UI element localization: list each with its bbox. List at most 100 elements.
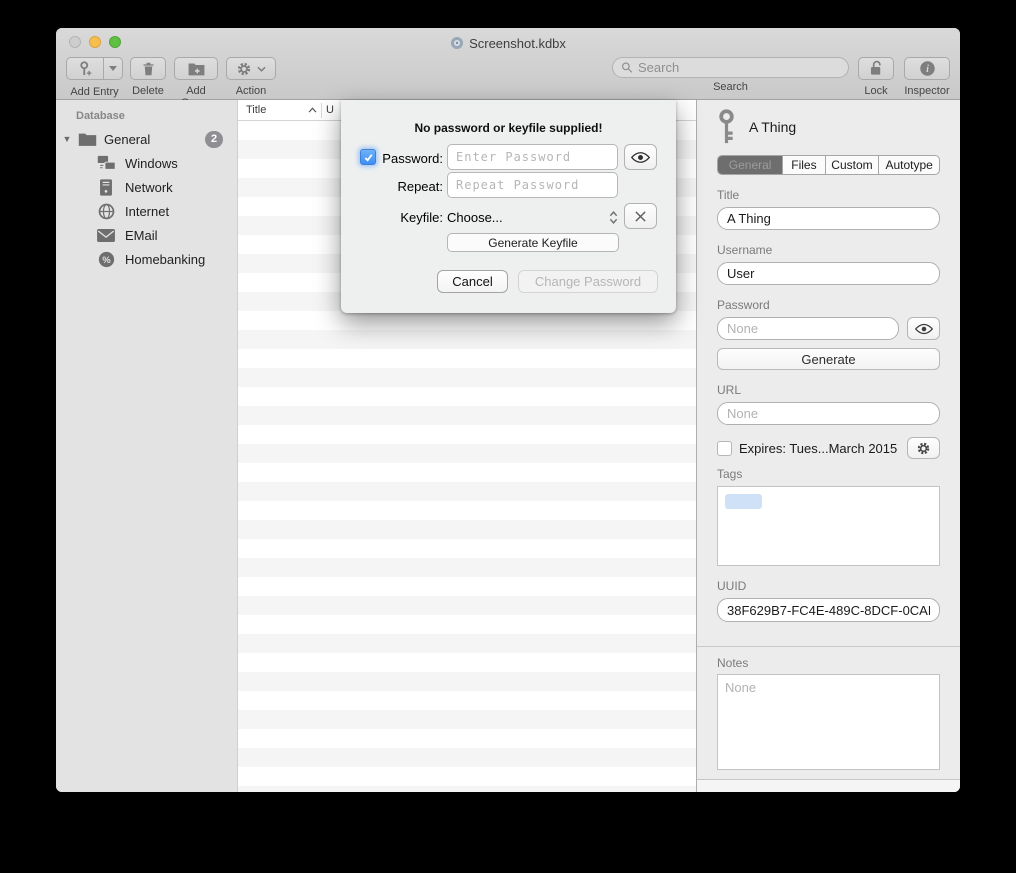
group-label: Windows bbox=[125, 156, 178, 171]
sidebar-group-internet[interactable]: Internet bbox=[56, 199, 237, 223]
key-icon bbox=[717, 109, 736, 145]
dialog-repeat-label: Repeat: bbox=[341, 179, 443, 194]
tab-autotype[interactable]: Autotype bbox=[878, 156, 939, 174]
group-label: Network bbox=[125, 180, 173, 195]
dialog-password-label: Password: bbox=[341, 151, 443, 166]
group-label: General bbox=[104, 132, 150, 147]
eye-icon bbox=[631, 151, 650, 164]
window-title: Screenshot.kdbx bbox=[56, 36, 960, 51]
username-input[interactable] bbox=[717, 262, 940, 285]
column-header-title[interactable]: Title bbox=[238, 104, 321, 116]
info-icon: i bbox=[919, 60, 936, 77]
generate-password-button[interactable]: Generate bbox=[717, 348, 940, 370]
document-proxy-icon bbox=[450, 36, 464, 50]
disclosure-triangle-icon[interactable]: ▼ bbox=[56, 134, 78, 144]
expires-checkbox[interactable] bbox=[717, 441, 732, 456]
dialog-repeat-input[interactable] bbox=[447, 172, 618, 198]
sidebar-group-network[interactable]: Network bbox=[56, 175, 237, 199]
dropdown-arrow-icon bbox=[109, 66, 117, 71]
sidebar-group-general[interactable]: ▼ General 2 bbox=[56, 127, 237, 151]
expires-settings-button[interactable] bbox=[907, 437, 940, 459]
search-icon bbox=[621, 61, 633, 74]
action-button[interactable] bbox=[226, 57, 276, 80]
sidebar-group-email[interactable]: EMail bbox=[56, 223, 237, 247]
sidebar-group-homebanking[interactable]: % Homebanking bbox=[56, 247, 237, 271]
inspector-label: Inspector bbox=[904, 85, 950, 97]
keyfile-popup[interactable]: Choose... bbox=[447, 204, 618, 230]
key-plus-icon bbox=[76, 60, 94, 78]
generate-keyfile-button[interactable]: Generate Keyfile bbox=[447, 233, 619, 252]
dialog-keyfile-label: Keyfile: bbox=[341, 210, 443, 225]
password-dialog: No password or keyfile supplied! Passwor… bbox=[341, 100, 676, 313]
app-window: Screenshot.kdbx Add Entry Delete bbox=[56, 28, 960, 792]
inspector-divider bbox=[697, 646, 960, 647]
delete-label: Delete bbox=[130, 85, 166, 97]
lock-label: Lock bbox=[858, 85, 894, 97]
folder-plus-icon bbox=[187, 61, 206, 77]
window-chrome: Screenshot.kdbx Add Entry Delete bbox=[56, 28, 960, 100]
search-input[interactable] bbox=[638, 60, 840, 75]
entry-title: A Thing bbox=[749, 119, 796, 135]
add-group-button[interactable] bbox=[174, 57, 218, 80]
globe-icon bbox=[98, 203, 115, 220]
inspector-footer bbox=[697, 779, 960, 792]
dialog-password-input[interactable] bbox=[447, 144, 618, 170]
uuid-field-label: UUID bbox=[717, 579, 940, 593]
tab-files[interactable]: Files bbox=[782, 156, 824, 174]
inspector-tabs: General Files Custom Autotype bbox=[717, 155, 940, 175]
windows-network-icon bbox=[97, 155, 116, 171]
notes-textarea[interactable] bbox=[717, 674, 940, 770]
clear-keyfile-button[interactable] bbox=[624, 203, 657, 229]
stepper-chevrons-icon bbox=[609, 210, 618, 225]
gear-icon bbox=[916, 441, 931, 456]
svg-text:i: i bbox=[926, 64, 929, 75]
trash-icon bbox=[141, 61, 156, 77]
tags-box[interactable] bbox=[717, 486, 940, 566]
eye-icon bbox=[915, 323, 933, 335]
action-label: Action bbox=[226, 85, 276, 97]
chevron-down-icon bbox=[257, 66, 266, 72]
search-field[interactable] bbox=[612, 57, 849, 78]
sidebar-group-windows[interactable]: Windows bbox=[56, 151, 237, 175]
group-label: Internet bbox=[125, 204, 169, 219]
search-label: Search bbox=[612, 81, 849, 93]
reveal-password-button[interactable] bbox=[907, 317, 940, 340]
delete-button[interactable] bbox=[130, 57, 166, 80]
url-input[interactable] bbox=[717, 402, 940, 425]
title-field-label: Title bbox=[717, 188, 940, 202]
lock-button[interactable] bbox=[858, 57, 894, 80]
add-entry-dropdown[interactable] bbox=[104, 57, 123, 80]
entry-count-badge: 2 bbox=[205, 131, 223, 148]
sort-ascending-icon bbox=[308, 107, 317, 113]
group-label: Homebanking bbox=[125, 252, 205, 267]
add-entry-label: Add Entry bbox=[66, 86, 123, 98]
tab-general[interactable]: General bbox=[718, 156, 782, 174]
password-input[interactable] bbox=[717, 317, 899, 340]
uuid-input[interactable] bbox=[717, 598, 940, 622]
change-password-button[interactable]: Change Password bbox=[518, 270, 658, 293]
server-icon bbox=[99, 179, 113, 196]
cancel-button[interactable]: Cancel bbox=[437, 270, 508, 293]
open-padlock-icon bbox=[868, 60, 884, 77]
envelope-icon bbox=[97, 229, 115, 242]
inspector-button[interactable]: i bbox=[904, 57, 950, 80]
tag-pill[interactable] bbox=[725, 494, 762, 509]
sidebar-section-header: Database bbox=[56, 106, 237, 127]
username-field-label: Username bbox=[717, 243, 940, 257]
add-entry-button[interactable] bbox=[66, 57, 123, 80]
inspector-panel: A Thing General Files Custom Autotype Ti… bbox=[696, 100, 960, 792]
notes-field-label: Notes bbox=[717, 656, 940, 670]
group-sidebar: Database ▼ General 2 Windows Network Int… bbox=[56, 100, 237, 792]
expires-label: Expires: Tues...March 2015 bbox=[739, 441, 903, 456]
column-header-username[interactable]: U bbox=[322, 104, 334, 116]
percent-circle-icon: % bbox=[98, 251, 115, 268]
title-input[interactable] bbox=[717, 207, 940, 230]
dialog-reveal-password-button[interactable] bbox=[624, 144, 657, 170]
dialog-message: No password or keyfile supplied! bbox=[341, 121, 676, 135]
folder-icon bbox=[78, 132, 97, 147]
password-field-label: Password bbox=[717, 298, 940, 312]
close-x-icon bbox=[634, 210, 647, 223]
tags-field-label: Tags bbox=[717, 467, 940, 481]
group-label: EMail bbox=[125, 228, 158, 243]
tab-custom[interactable]: Custom bbox=[825, 156, 879, 174]
